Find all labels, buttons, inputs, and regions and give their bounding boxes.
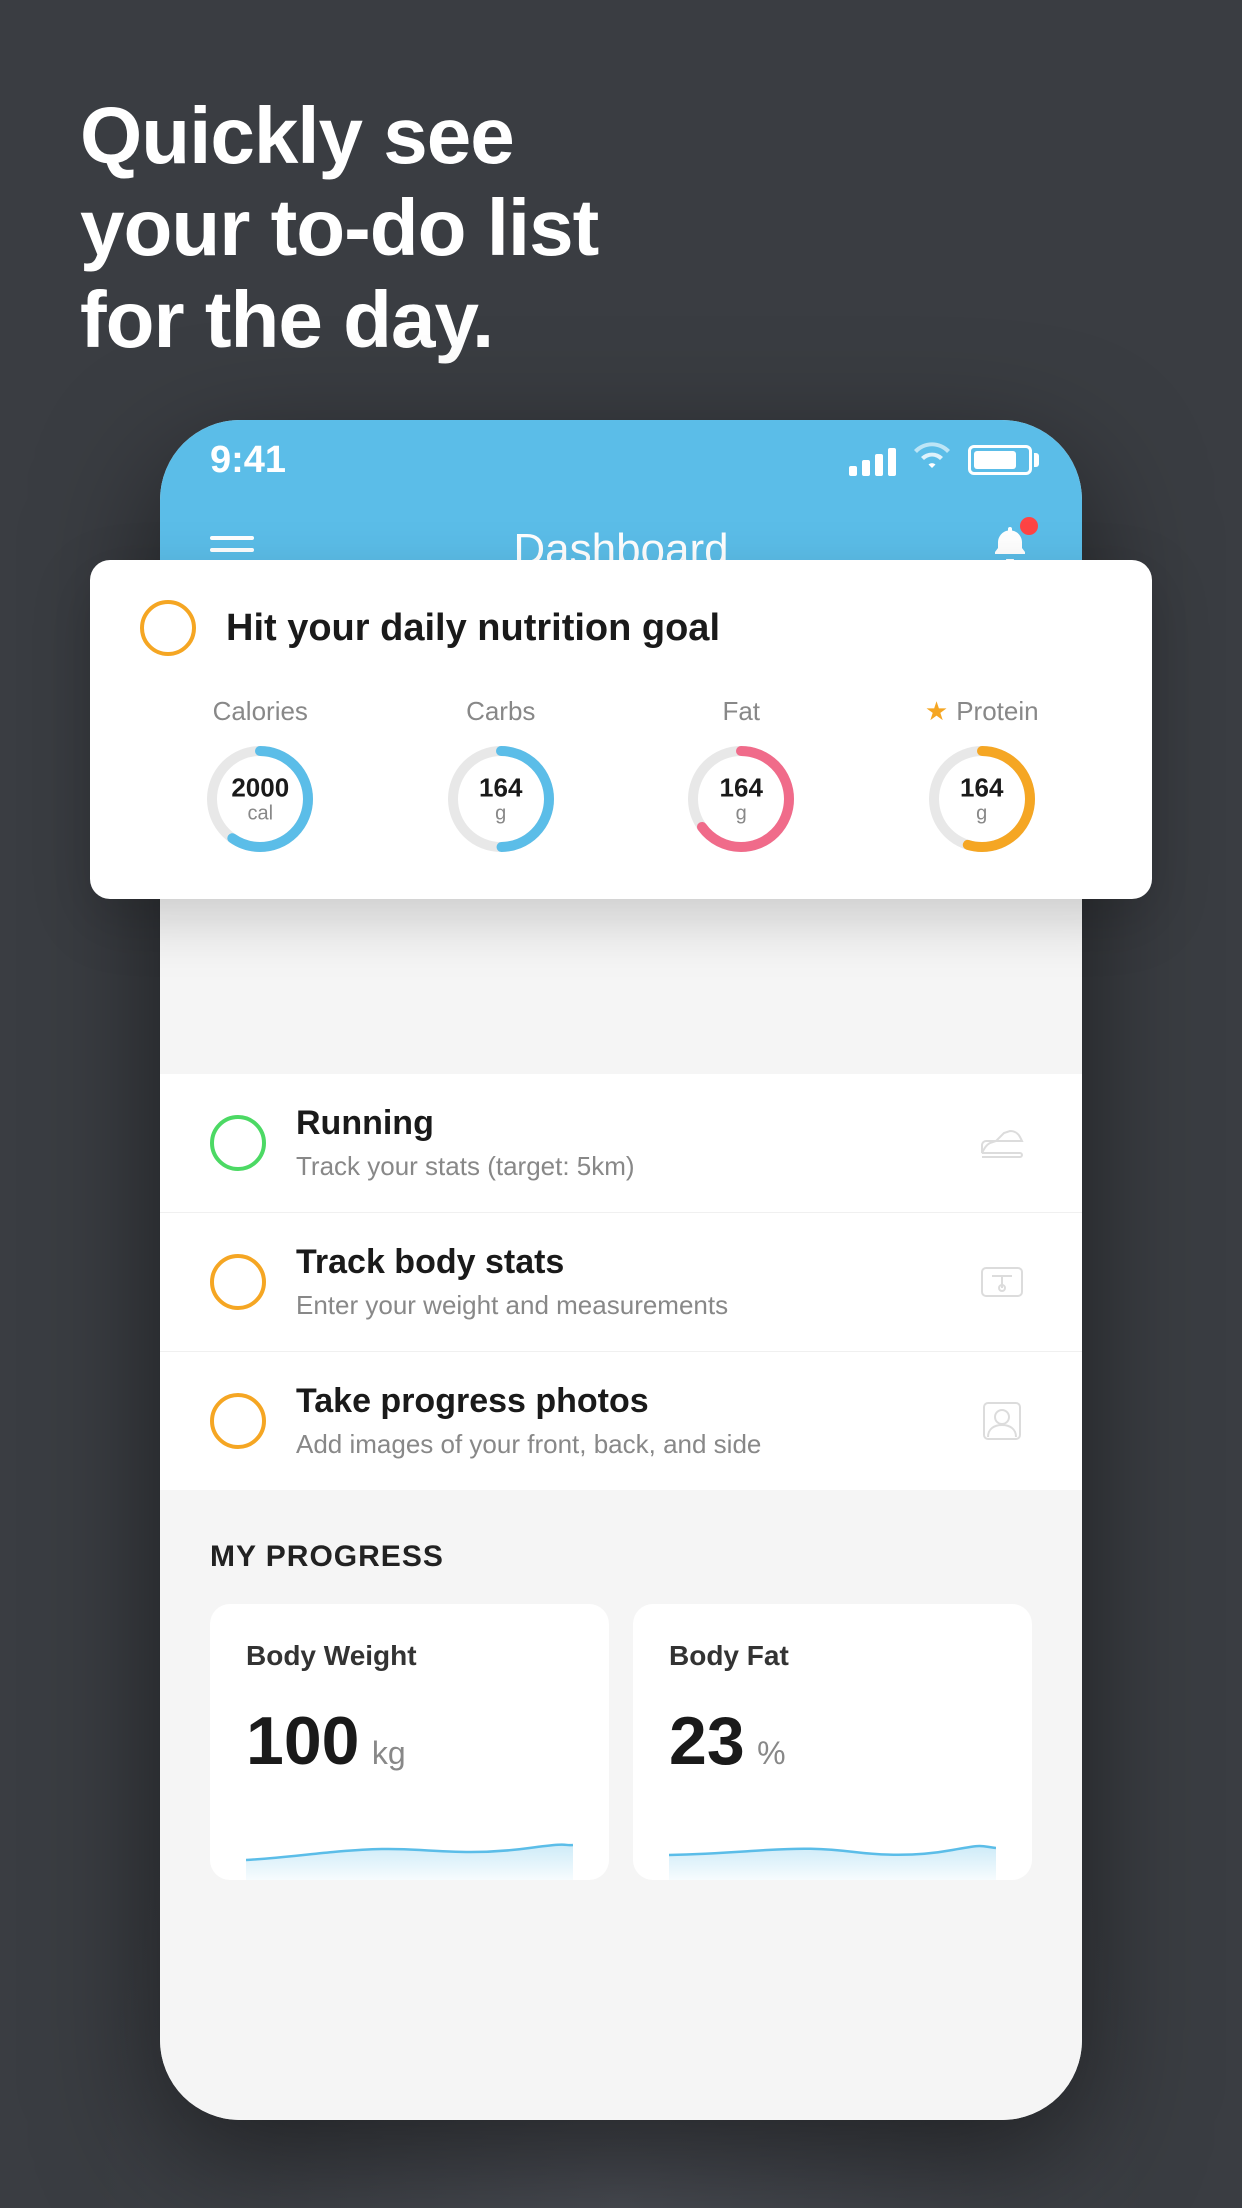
status-bar: 9:41: [160, 420, 1082, 500]
shoe-icon: [972, 1113, 1032, 1173]
progress-title: MY PROGRESS: [210, 1540, 1032, 1574]
todo-item-track-body[interactable]: Track body stats Enter your weight and m…: [160, 1213, 1082, 1352]
nutrition-item-protein: ★ Protein 164 g: [922, 696, 1042, 859]
calories-label: Calories: [213, 696, 308, 727]
todo-item-running[interactable]: Running Track your stats (target: 5km): [160, 1074, 1082, 1213]
body-fat-card[interactable]: Body Fat 23 %: [633, 1604, 1032, 1880]
progress-cards: Body Weight 100 kg: [210, 1604, 1032, 1880]
battery-icon: [968, 445, 1032, 475]
progress-section: MY PROGRESS Body Weight 100 kg: [160, 1490, 1082, 1910]
nutrition-title: Hit your daily nutrition goal: [226, 607, 720, 650]
nutrition-circles: Calories 2000 cal Carbs: [140, 696, 1102, 859]
carbs-value: 164: [479, 774, 522, 803]
body-weight-card[interactable]: Body Weight 100 kg: [210, 1604, 609, 1880]
protein-label: ★ Protein: [925, 696, 1039, 727]
nutrition-checkbox[interactable]: [140, 600, 196, 656]
carbs-unit: g: [479, 802, 522, 824]
wifi-icon: [912, 440, 952, 481]
fat-unit: g: [720, 802, 763, 824]
calories-donut: 2000 cal: [200, 739, 320, 859]
todo-list: Running Track your stats (target: 5km) T…: [160, 1074, 1082, 1490]
body-weight-number: 100: [246, 1703, 359, 1779]
todo-name-running: Running: [296, 1104, 942, 1143]
todo-sub-running: Track your stats (target: 5km): [296, 1151, 942, 1182]
body-weight-unit: kg: [372, 1735, 406, 1771]
protein-donut: 164 g: [922, 739, 1042, 859]
body-weight-chart: [246, 1810, 573, 1880]
todo-checkbox-running[interactable]: [210, 1115, 266, 1171]
signal-icon: [849, 444, 896, 476]
body-weight-value: 100 kg: [246, 1702, 573, 1780]
todo-sub-track-body: Enter your weight and measurements: [296, 1290, 942, 1321]
nutrition-item-calories: Calories 2000 cal: [200, 696, 320, 859]
todo-checkbox-track-body[interactable]: [210, 1254, 266, 1310]
fat-label: Fat: [722, 696, 760, 727]
nutrition-card: Hit your daily nutrition goal Calories 2…: [90, 560, 1152, 899]
hero-text: Quickly see your to-do list for the day.: [80, 90, 598, 366]
carbs-donut: 164 g: [441, 739, 561, 859]
body-weight-title: Body Weight: [246, 1640, 573, 1672]
carbs-label: Carbs: [466, 696, 535, 727]
body-fat-unit: %: [757, 1735, 785, 1771]
body-fat-chart: [669, 1810, 996, 1880]
protein-value: 164: [960, 774, 1003, 803]
fat-donut: 164 g: [681, 739, 801, 859]
notification-dot: [1020, 517, 1038, 535]
body-fat-value: 23 %: [669, 1702, 996, 1780]
person-icon: [972, 1391, 1032, 1451]
protein-unit: g: [960, 802, 1003, 824]
todo-name-photos: Take progress photos: [296, 1382, 942, 1421]
status-time: 9:41: [210, 439, 286, 482]
todo-name-track-body: Track body stats: [296, 1243, 942, 1282]
scale-icon: [972, 1252, 1032, 1312]
calories-unit: cal: [231, 802, 289, 824]
todo-checkbox-photos[interactable]: [210, 1393, 266, 1449]
body-fat-title: Body Fat: [669, 1640, 996, 1672]
body-fat-number: 23: [669, 1703, 745, 1779]
todo-sub-photos: Add images of your front, back, and side: [296, 1429, 942, 1460]
fat-value: 164: [720, 774, 763, 803]
status-icons: [849, 440, 1032, 481]
nutrition-item-fat: Fat 164 g: [681, 696, 801, 859]
nutrition-card-header: Hit your daily nutrition goal: [140, 600, 1102, 656]
star-icon: ★: [925, 696, 948, 727]
calories-value: 2000: [231, 774, 289, 803]
nutrition-item-carbs: Carbs 164 g: [441, 696, 561, 859]
todo-item-photos[interactable]: Take progress photos Add images of your …: [160, 1352, 1082, 1490]
